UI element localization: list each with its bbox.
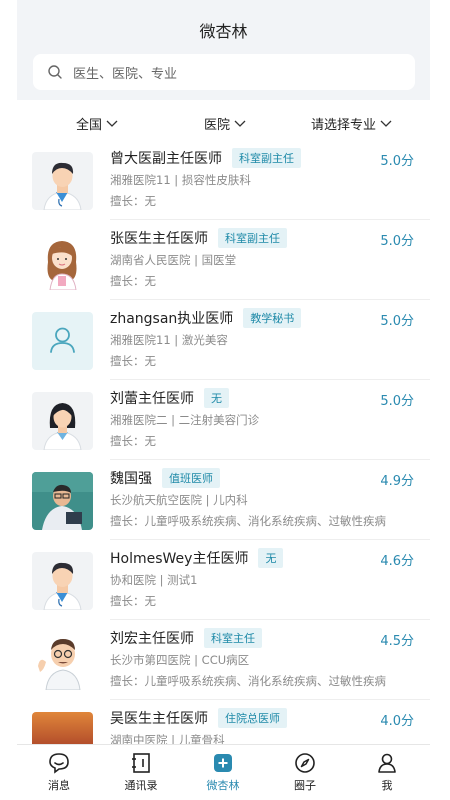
doctor-title-badge: 教学秘书 xyxy=(243,308,302,328)
doctor-score: 5.0分 xyxy=(380,154,414,169)
avatar xyxy=(32,552,93,610)
female-cartoon-avatar-icon xyxy=(32,232,93,290)
doctor-name: HolmesWey主任医师 xyxy=(110,551,249,567)
doctor-name: 魏国强 xyxy=(110,471,152,487)
region-filter-label: 全国 xyxy=(76,118,103,133)
contacts-icon xyxy=(132,753,150,773)
avatar xyxy=(32,472,93,530)
plus-icon xyxy=(214,754,232,772)
nav-weixinglin[interactable]: 微杏林 xyxy=(188,751,258,793)
doctor-hospital: 湘雅医院11 | 损容性皮肤科 xyxy=(110,173,251,187)
header-area: 微杏林 医生、医院、专业 xyxy=(17,0,430,100)
doctor-list-item[interactable]: 魏国强 值班医师 4.9分 长沙航天航空医院 | 儿内科 擅长：儿童呼吸系统疾病… xyxy=(0,460,450,540)
region-filter[interactable]: 全国 xyxy=(76,114,118,133)
nav-contacts[interactable]: 通讯录 xyxy=(106,751,176,793)
search-icon xyxy=(48,65,62,79)
doctor-title-badge: 科室副主任 xyxy=(232,148,301,168)
compass-icon xyxy=(295,753,315,773)
doctor-specialty: 擅长：儿童呼吸系统疾病、消化系统疾病、过敏性疾病 xyxy=(110,514,386,528)
doctor-score: 4.5分 xyxy=(380,634,414,649)
chevron-down-icon xyxy=(380,120,392,127)
nav-me[interactable]: 我 xyxy=(352,751,422,793)
hospital-filter[interactable]: 医院 xyxy=(204,114,246,133)
page-title: 微杏林 xyxy=(199,22,248,41)
nav-label: 我 xyxy=(381,779,393,792)
doctor-name: 刘蕾主任医师 xyxy=(110,391,194,407)
user-placeholder-icon xyxy=(32,312,93,370)
nav-messages[interactable]: 消息 xyxy=(24,751,94,793)
doctor-name: 吴医生主任医师 xyxy=(110,711,208,727)
doctor-title-badge: 科室主任 xyxy=(204,628,262,648)
doctor-score: 4.9分 xyxy=(380,474,414,489)
doctor-list-item[interactable]: 曾大医副主任医师 科室副主任 5.0分 湘雅医院11 | 损容性皮肤科 擅长：无 xyxy=(0,140,450,220)
doctor-specialty: 擅长：无 xyxy=(110,274,156,288)
nav-label: 圈子 xyxy=(294,779,316,792)
nav-label: 微杏林 xyxy=(206,779,240,792)
doctor-list-item[interactable]: HolmesWey主任医师 无 4.6分 协和医院 | 测试1 擅长：无 xyxy=(0,540,450,620)
chevron-down-icon xyxy=(234,120,246,127)
search-input[interactable]: 医生、医院、专业 xyxy=(33,54,415,90)
avatar xyxy=(32,632,93,690)
doctor-score: 5.0分 xyxy=(380,394,414,409)
doctor-score: 5.0分 xyxy=(380,314,414,329)
doctor-score: 4.6分 xyxy=(380,554,414,569)
doctor-score: 4.0分 xyxy=(380,714,414,729)
doctor-title-badge: 无 xyxy=(258,548,284,568)
doctor-title-badge: 值班医师 xyxy=(162,468,220,488)
doctor-list-item[interactable]: 吴医生主任医师 住院总医师 4.0分 湖南中医院 | 儿童骨科 xyxy=(0,700,450,744)
male-doctor-avatar-icon xyxy=(32,552,93,610)
doctor-name: 刘宏主任医师 xyxy=(110,631,194,647)
doctor-specialty: 擅长：无 xyxy=(110,434,156,448)
search-placeholder: 医生、医院、专业 xyxy=(73,66,178,82)
person-icon xyxy=(378,753,396,773)
sunset-photo-avatar-icon xyxy=(32,712,93,744)
doctor-hospital: 协和医院 | 测试1 xyxy=(110,573,198,587)
hospital-filter-label: 医院 xyxy=(204,118,231,133)
doctor-list-item[interactable]: zhangsan执业医师 教学秘书 5.0分 湘雅医院11 | 激光美容 擅长：… xyxy=(0,300,450,380)
doctor-hospital: 湘雅医院二 | 二注射美容门诊 xyxy=(110,413,260,427)
photo-avatar-icon xyxy=(32,472,93,530)
filter-bar: 全国 医院 请选择专业 xyxy=(0,104,450,140)
doctor-hospital: 湖南省人民医院 | 国医堂 xyxy=(110,253,237,267)
doctor-hospital: 长沙航天航空医院 | 儿内科 xyxy=(110,493,248,507)
specialty-filter-label: 请选择专业 xyxy=(311,118,377,133)
nav-label: 消息 xyxy=(48,779,70,792)
specialty-filter[interactable]: 请选择专业 xyxy=(311,114,392,133)
avatar xyxy=(32,152,93,210)
male-doctor-avatar-icon xyxy=(32,152,93,210)
doctor-name: 张医生主任医师 xyxy=(110,231,208,247)
doctor-hospital: 长沙市第四医院 | CCU病区 xyxy=(110,653,250,667)
doctor-score: 5.0分 xyxy=(380,234,414,249)
doctor-specialty: 擅长：无 xyxy=(110,354,156,368)
nav-circle[interactable]: 圈子 xyxy=(270,751,340,793)
female-doctor-avatar-icon xyxy=(32,392,93,450)
bottom-navigation: 消息 通讯录 微杏林 圈子 我 xyxy=(17,744,430,800)
avatar xyxy=(32,712,93,744)
doctor-specialty: 擅长：儿童呼吸系统疾病、消化系统疾病、过敏性疾病 xyxy=(110,674,386,688)
doctor-list: 曾大医副主任医师 科室副主任 5.0分 湘雅医院11 | 损容性皮肤科 擅长：无… xyxy=(0,140,450,744)
doctor-name: 曾大医副主任医师 xyxy=(110,151,222,167)
avatar xyxy=(32,312,93,370)
cartoon-doctor-avatar-icon xyxy=(32,632,93,690)
nav-label: 通讯录 xyxy=(124,779,158,792)
doctor-title-badge: 住院总医师 xyxy=(218,708,287,728)
avatar xyxy=(32,232,93,290)
doctor-specialty: 擅长：无 xyxy=(110,594,156,608)
doctor-hospital: 湘雅医院11 | 激光美容 xyxy=(110,333,228,347)
doctor-list-item[interactable]: 刘蕾主任医师 无 5.0分 湘雅医院二 | 二注射美容门诊 擅长：无 xyxy=(0,380,450,460)
doctor-list-item[interactable]: 张医生主任医师 科室副主任 5.0分 湖南省人民医院 | 国医堂 擅长：无 xyxy=(0,220,450,300)
doctor-hospital: 湖南中医院 | 儿童骨科 xyxy=(110,733,225,744)
avatar xyxy=(32,392,93,450)
doctor-name: zhangsan执业医师 xyxy=(110,311,234,327)
doctor-title-badge: 科室副主任 xyxy=(218,228,287,248)
doctor-title-badge: 无 xyxy=(204,388,229,408)
message-icon xyxy=(49,753,69,774)
doctor-list-item[interactable]: 刘宏主任医师 科室主任 4.5分 长沙市第四医院 | CCU病区 擅长：儿童呼吸… xyxy=(0,620,450,700)
chevron-down-icon xyxy=(106,120,118,127)
doctor-specialty: 擅长：无 xyxy=(110,194,156,208)
